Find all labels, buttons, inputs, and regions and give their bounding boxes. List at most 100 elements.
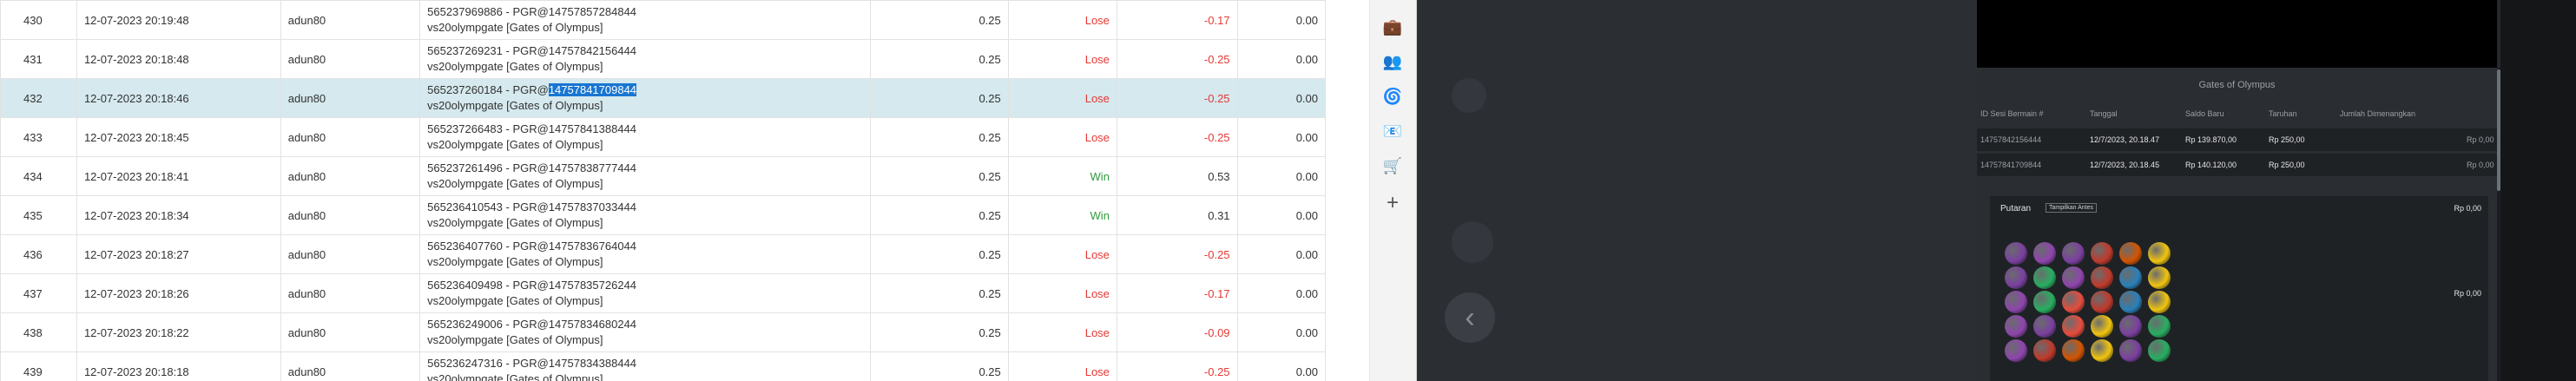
row-number: 432 [0,78,77,118]
row-winloss: 0.53 [1116,156,1238,196]
description-game: vs20olympgate [Gates of Olympus] [427,216,603,229]
row-result: Lose [1007,0,1117,40]
row-winloss: -0.17 [1116,273,1238,313]
faded-avatar [1452,221,1493,263]
row-winloss: -0.25 [1116,117,1238,157]
description-game: vs20olympgate [Gates of Olympus] [427,21,603,34]
row-balance: 0.00 [1236,78,1326,118]
symbol-gem [2119,339,2142,362]
row-winloss: 0.31 [1116,195,1238,235]
symbol-gem [2033,266,2056,289]
row-bet: 0.25 [870,312,1009,352]
row-bet: 0.25 [870,351,1009,381]
symbol-gem [2005,242,2027,265]
table-row[interactable]: 431 12-07-2023 20:18:48 adun80 565237269231… [0,39,1326,79]
symbol-gem [2148,339,2171,362]
header-won: Jumlah Dimenangkan [2340,109,2416,118]
row-date: 12-07-2023 20:18:45 [76,117,281,157]
row-username: adun80 [280,234,421,274]
transaction-table: 430 12-07-2023 20:19:48 adun80 565237969886… [0,0,1326,381]
symbol-gem [2119,291,2142,313]
row-date: 12-07-2023 20:18:48 [76,39,281,79]
table-row[interactable]: 436 12-07-2023 20:18:27 adun80 565236407760… [0,234,1326,274]
game-right-edge [2500,0,2576,381]
row-description: 565237260184 - PGR@14757841709844 vs20oly… [419,78,872,118]
row-number: 430 [0,0,77,40]
symbol-gem [2062,291,2085,313]
description-line: 565237969886 - PGR@14757857284844 [427,5,637,18]
table-row[interactable]: 438 12-07-2023 20:18:22 adun80 565236249006… [0,312,1326,352]
chevron-left-icon: ‹ [1465,300,1475,334]
spin-amount-bottom: Rp 0,00 [2454,289,2481,298]
table-row[interactable]: 434 12-07-2023 20:18:41 adun80 565237261496… [0,156,1326,196]
row-result: Lose [1007,351,1117,381]
row-bet: 0.25 [870,0,1009,40]
row-result: Lose [1007,234,1117,274]
people-icon[interactable]: 👥 [1381,50,1404,73]
row-result: Lose [1007,312,1117,352]
history-row[interactable]: 14757842156444 12/7/2023, 20.18.47 Rp 13… [1977,128,2497,151]
table-row[interactable]: 430 12-07-2023 20:19:48 adun80 565237969886… [0,0,1326,40]
row-balance: 0.00 [1236,234,1326,274]
row-result: Lose [1007,39,1117,79]
table-row[interactable]: 433 12-07-2023 20:18:45 adun80 565237266483… [0,117,1326,157]
back-button[interactable]: ‹ [1445,292,1495,343]
row-date: 12-07-2023 20:19:48 [76,0,281,40]
description-line: 565237269231 - PGR@14757842156444 [427,44,637,57]
table-row[interactable]: 437 12-07-2023 20:18:26 adun80 565236409498… [0,273,1326,313]
row-winloss: -0.09 [1116,312,1238,352]
game-top-bar [1977,0,2497,68]
description-line: 565237260184 - PGR@ [427,83,549,96]
row-number: 437 [0,273,77,313]
row-username: adun80 [280,117,421,157]
selected-text[interactable]: 14757841709844 [548,83,637,96]
symbol-gem [2091,315,2113,338]
row-number: 438 [0,312,77,352]
symbol-gem [2033,242,2056,265]
row-number: 433 [0,117,77,157]
game-area: ‹ Gates of Olympus ID Sesi Bermain # Tan… [1417,0,2576,381]
symbol-gem [2033,339,2056,362]
plus-icon[interactable]: + [1381,191,1404,214]
page-gap [1326,0,1369,381]
table-row[interactable]: 439 12-07-2023 20:18:18 adun80 565236247316… [0,351,1326,381]
symbol-gem [2062,242,2085,265]
description-game: vs20olympgate [Gates of Olympus] [427,60,603,73]
row-description: 565236249006 - PGR@14757834680244 vs20oly… [419,312,872,352]
symbol-gem [2148,266,2171,289]
shopping-cart-icon[interactable]: 🛒 [1381,154,1404,177]
row-balance: 0.00 [1236,117,1326,157]
symbol-gem [2005,339,2027,362]
row-bet: 0.25 [870,156,1009,196]
row-number: 431 [0,39,77,79]
row-date: 12-07-2023 20:18:41 [76,156,281,196]
show-antes-toggle[interactable]: Tampilkan Antes [2046,203,2097,213]
description-game: vs20olympgate [Gates of Olympus] [427,99,603,112]
symbol-gem [2091,339,2113,362]
history-row[interactable]: 14757841709844 12/7/2023, 20.18.45 Rp 14… [1977,154,2497,176]
briefcase-icon[interactable]: 💼 [1381,16,1404,38]
row-balance: 0.00 [1236,351,1326,381]
spin-title: Putaran [2000,204,2032,213]
description-game: vs20olympgate [Gates of Olympus] [427,333,603,346]
row-username: adun80 [280,195,421,235]
row-result: Lose [1007,117,1117,157]
table-row[interactable]: 435 12-07-2023 20:18:34 adun80 565236410543… [0,195,1326,235]
symbol-gem [2005,291,2027,313]
row-balance: 0.00 [1236,312,1326,352]
faded-avatar [1452,78,1486,113]
spin-amount-top: Rp 0,00 [2454,204,2481,213]
row-date: 12-07-2023 20:18:34 [76,195,281,235]
row-bet: 0.25 [870,195,1009,235]
outlook-icon[interactable]: 📧 [1381,120,1404,142]
table-row[interactable]: 432 12-07-2023 20:18:46 adun80 565237260184… [0,78,1326,118]
symbol-gem [2091,291,2113,313]
row-winloss: -0.17 [1116,0,1238,40]
copilot-icon[interactable]: 🌀 [1381,85,1404,108]
row-winloss: -0.25 [1116,39,1238,79]
symbol-gem [2062,315,2085,338]
row-result: Win [1007,195,1117,235]
symbol-gem [2148,315,2171,338]
row-balance: 0.00 [1236,156,1326,196]
description-line: 565236249006 - PGR@14757834680244 [427,318,637,331]
